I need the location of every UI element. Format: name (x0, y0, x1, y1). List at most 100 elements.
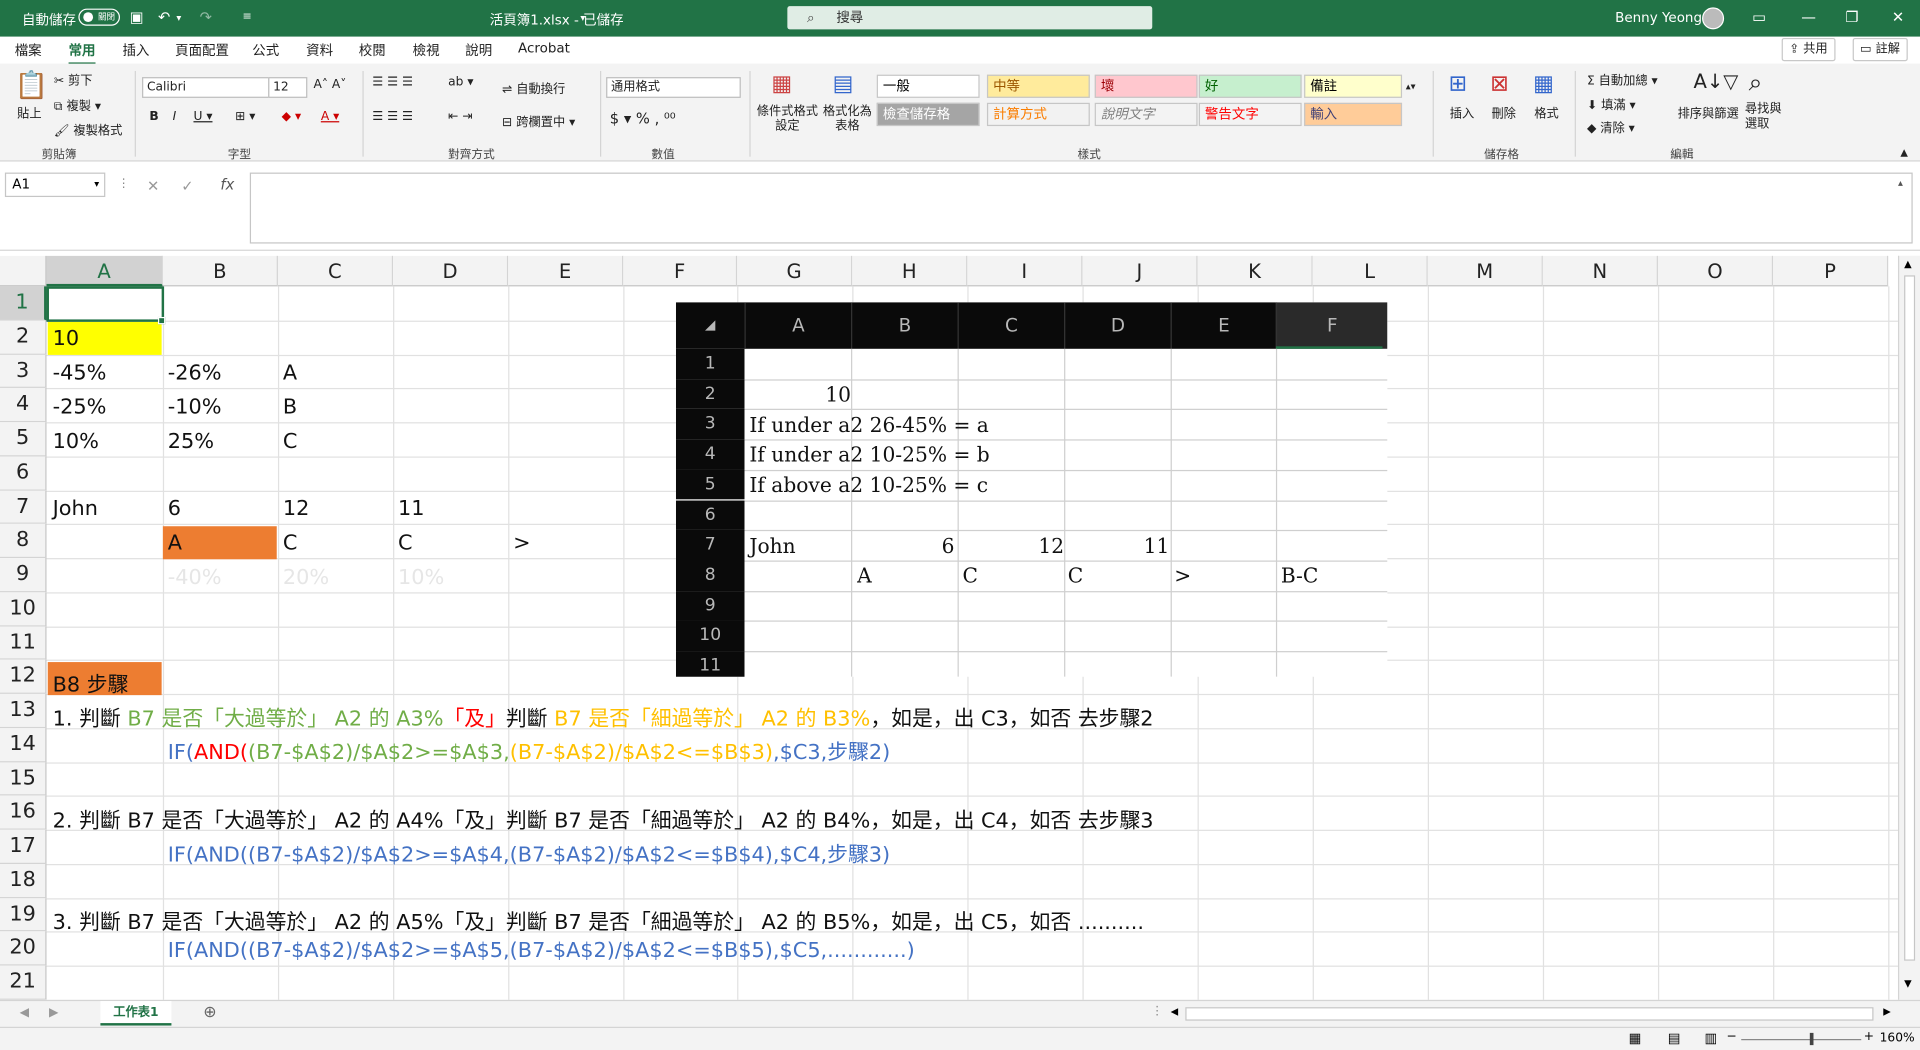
zoom-in-icon[interactable]: + (1864, 1030, 1874, 1043)
page-break-view-icon[interactable]: ▥ (1705, 1030, 1718, 1046)
cell-style-option[interactable]: 計算方式 (986, 102, 1090, 127)
orientation-icon[interactable]: ab ▾ (448, 76, 473, 89)
paste-button[interactable]: 貼上 (17, 103, 41, 121)
cell-b7[interactable]: 6 (163, 497, 181, 521)
insert-cells-button[interactable]: 插入 (1450, 103, 1474, 121)
number-format-select[interactable]: 通用格式 (606, 77, 741, 98)
row-header-10[interactable]: 10 (0, 592, 47, 626)
title-dropdown-icon[interactable]: ▾ (580, 12, 585, 23)
row-header-7[interactable]: 7 (0, 490, 47, 525)
undo-icon[interactable]: ↶ (158, 9, 170, 26)
row-header-15[interactable]: 15 (0, 761, 47, 796)
copy-button[interactable]: ⧉ 複製 ▾ (54, 95, 101, 113)
row-header-14[interactable]: 14 (0, 727, 47, 762)
cell-a2[interactable]: 10 (48, 327, 79, 351)
tab-home[interactable]: 常用 (68, 40, 96, 65)
row-header-17[interactable]: 17 (0, 829, 47, 864)
tab-page-layout[interactable]: 頁面配置 (175, 40, 229, 60)
avatar[interactable] (1702, 7, 1725, 30)
cell-c7[interactable]: 12 (278, 497, 309, 521)
next-sheet-icon[interactable]: ▶ (49, 1006, 58, 1019)
insert-function-button[interactable]: fx (220, 176, 234, 193)
tab-review[interactable]: 校閱 (359, 40, 386, 60)
font-color-icon[interactable]: A ▾ (321, 110, 339, 123)
cut-button[interactable]: ✂ 剪下 (54, 70, 93, 88)
italic-button[interactable]: I (173, 110, 177, 123)
format-as-table-button[interactable]: 格式化為表格 (820, 105, 874, 134)
tab-help[interactable]: 說明 (465, 40, 492, 60)
cell-b5[interactable]: 25% (163, 430, 214, 454)
column-header-m[interactable]: M (1427, 255, 1543, 287)
column-header-n[interactable]: N (1542, 255, 1658, 287)
cell-style-option[interactable]: 壞 (1094, 74, 1198, 98)
column-header-l[interactable]: L (1312, 255, 1428, 287)
find-select-button[interactable]: 尋找與選取 (1745, 103, 1782, 132)
zoom-level[interactable]: 160% (1880, 1032, 1915, 1045)
delete-cells-button[interactable]: 刪除 (1491, 103, 1515, 121)
document-title[interactable]: 活頁簿1.xlsx - 已儲存 (490, 10, 624, 30)
undo-dropdown-icon[interactable]: ▾ (176, 12, 181, 23)
indent-icon[interactable]: ⇤ ⇥ (448, 110, 472, 123)
cell-style-option[interactable]: 好 (1198, 74, 1302, 98)
font-size-select[interactable]: 12 (268, 77, 308, 98)
prev-sheet-icon[interactable]: ◀ (20, 1006, 29, 1019)
cell-e8[interactable]: > (508, 531, 530, 555)
cell-b4[interactable]: -10% (163, 395, 222, 419)
sort-filter-button[interactable]: 排序與篩選 (1678, 103, 1739, 121)
row-header-6[interactable]: 6 (0, 456, 47, 491)
column-header-a[interactable]: A (46, 255, 163, 287)
format-cells-button[interactable]: 格式 (1534, 103, 1558, 121)
cancel-icon[interactable]: ✕ (147, 177, 159, 194)
cell-c4[interactable]: B (278, 395, 297, 419)
row-header-13[interactable]: 13 (0, 693, 47, 728)
column-header-b[interactable]: B (162, 255, 278, 287)
tab-view[interactable]: 檢視 (413, 40, 440, 60)
cell-a13[interactable]: 1. 判斷 B7 是否「大過等於」 A2 的 A3%「及」判斷 B7 是否「細過… (48, 701, 1154, 731)
autosum-button[interactable]: Σ 自動加總 ▾ (1587, 70, 1658, 88)
collapse-ribbon-icon[interactable]: ▲ (1900, 147, 1908, 158)
cell-b17[interactable]: IF(AND((B7-$A$2)/$A$2>=$A$4,(B7-$A$2)/$A… (163, 837, 890, 867)
borders-icon[interactable]: ⊞ ▾ (235, 110, 255, 123)
zoom-slider[interactable] (1741, 1039, 1862, 1041)
row-header-12[interactable]: 12 (0, 659, 47, 694)
zoom-slider-thumb[interactable] (1809, 1032, 1814, 1046)
row-header-20[interactable]: 20 (0, 931, 47, 966)
row-header-16[interactable]: 16 (0, 795, 47, 830)
cell-b8[interactable]: A (163, 531, 182, 555)
cell-b14[interactable]: IF(AND((B7-$A$2)/$A$2>=$A$3,(B7-$A$2)/$A… (163, 734, 890, 764)
new-sheet-icon[interactable]: ⊕ (203, 1004, 216, 1022)
sheet-tab-1[interactable]: 工作表1 (100, 1001, 172, 1026)
fill-button[interactable]: ⬇ 填滿 ▾ (1587, 94, 1636, 112)
formula-input[interactable] (249, 172, 1913, 244)
row-header-2[interactable]: 2 (0, 320, 47, 355)
cell-a16[interactable]: 2. 判斷 B7 是否「大過等於」 A2 的 A4%「及」判斷 B7 是否「細過… (48, 803, 1154, 833)
cell-c9[interactable]: 20% (278, 565, 329, 589)
row-header-5[interactable]: 5 (0, 422, 47, 457)
bold-button[interactable]: B (149, 110, 158, 123)
grow-font-button[interactable]: A˄ A˅ (313, 78, 346, 91)
underline-button[interactable]: U ▾ (193, 110, 212, 123)
font-name-select[interactable]: Calibri (142, 77, 270, 98)
column-header-i[interactable]: I (967, 255, 1083, 287)
column-header-h[interactable]: H (852, 255, 968, 287)
vertical-scroll-thumb[interactable] (1904, 275, 1916, 961)
normal-view-icon[interactable]: ▦ (1629, 1030, 1642, 1046)
cell-a4[interactable]: -25% (48, 395, 107, 419)
redo-icon[interactable]: ↷ (200, 9, 212, 26)
cell-style-option[interactable]: 中等 (986, 74, 1090, 98)
column-header-d[interactable]: D (393, 255, 509, 287)
wrap-text-button[interactable]: ⇌ 自動換行 (502, 78, 565, 96)
tab-formulas[interactable]: 公式 (252, 40, 279, 60)
horizontal-scroll-thumb[interactable] (1185, 1007, 1874, 1021)
cell-a3[interactable]: -45% (48, 361, 107, 385)
autosave-toggle[interactable]: 關閉 (78, 8, 121, 26)
scroll-left-icon[interactable]: ◀ (1171, 1006, 1179, 1017)
column-header-j[interactable]: J (1082, 255, 1198, 287)
cell-style-option[interactable]: 檢查儲存格 (876, 102, 980, 127)
scroll-down-icon[interactable]: ▼ (1904, 978, 1912, 989)
column-header-f[interactable]: F (623, 255, 738, 287)
fill-color-icon[interactable]: ◆ ▾ (282, 110, 301, 123)
row-header-19[interactable]: 19 (0, 897, 47, 932)
close-icon[interactable]: ✕ (1892, 9, 1904, 26)
cell-c8[interactable]: C (278, 531, 298, 555)
